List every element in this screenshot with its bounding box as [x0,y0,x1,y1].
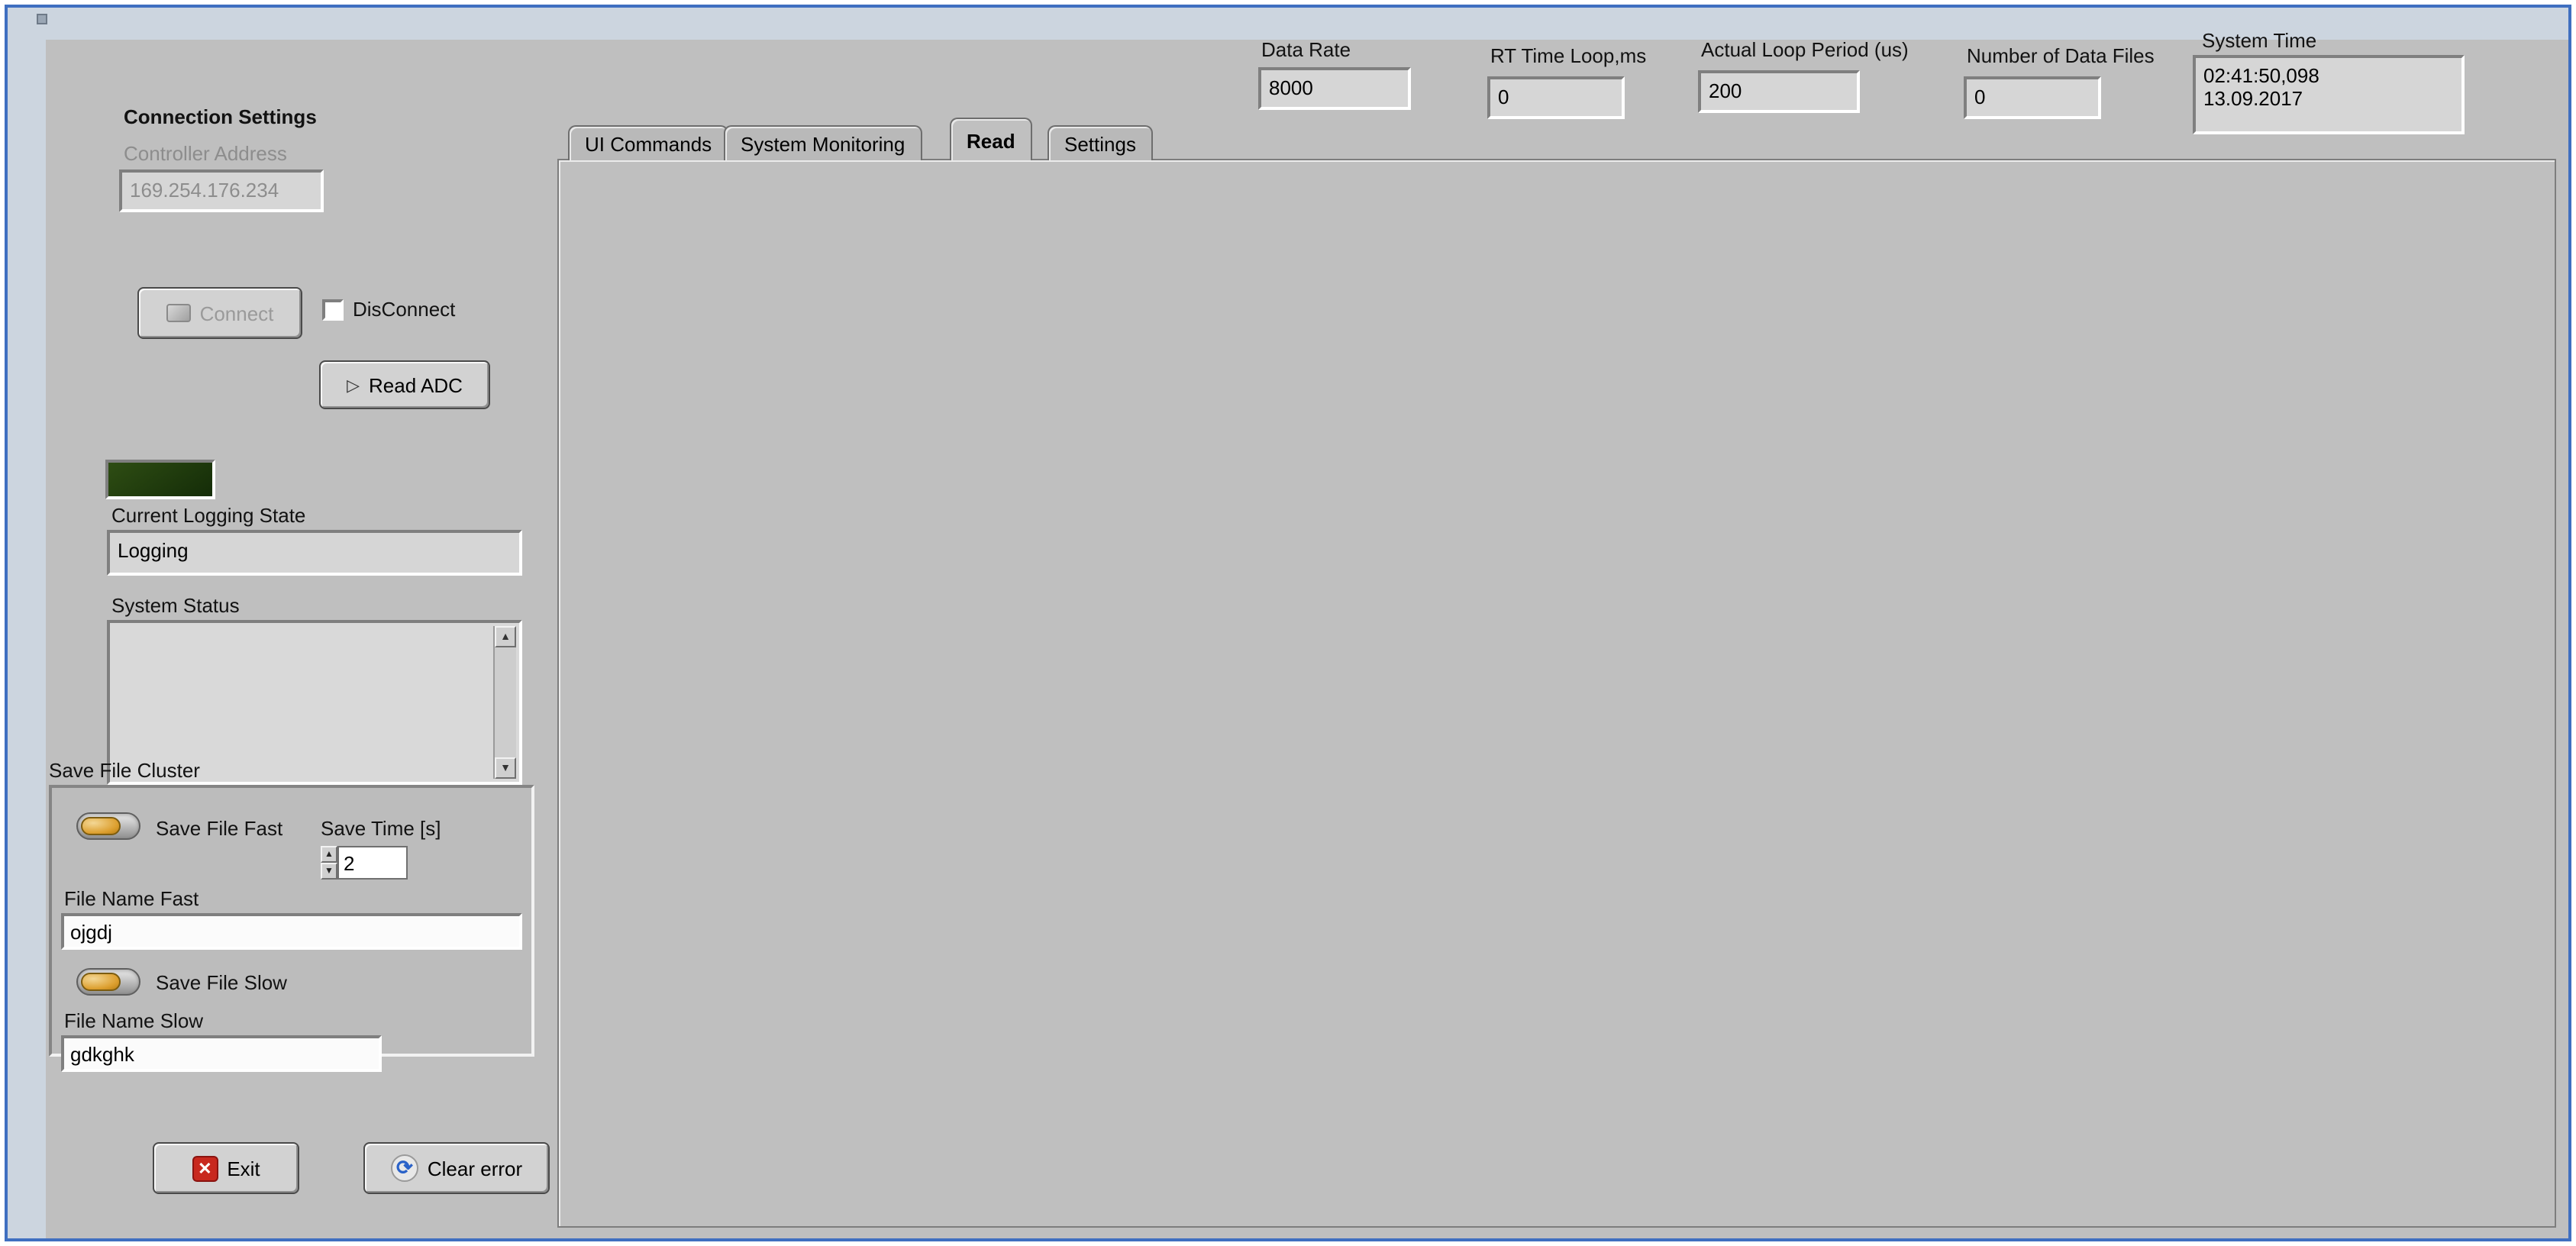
spin-up-icon[interactable]: ▲ [321,846,337,863]
connect-button[interactable]: Connect [137,287,302,339]
amber-knob [81,817,121,835]
number-of-data-files-value: 0 [1974,86,1985,108]
file-name-fast-input[interactable] [61,913,522,950]
controller-address-field: 169.254.176.234 [119,169,324,212]
spin-down-icon[interactable]: ▼ [321,863,337,880]
system-status-label: System Status [111,596,240,618]
actual-loop-period-field: 200 [1698,70,1860,113]
actual-loop-period-value: 200 [1709,79,1742,102]
file-name-slow-label: File Name Slow [64,1011,203,1034]
save-file-fast-label: Save File Fast [156,818,282,841]
save-time-spinner[interactable]: ▲▼ [321,846,337,880]
clear-error-button[interactable]: ⟳ Clear error [363,1142,550,1194]
logging-state-label: Current Logging State [111,505,305,528]
connect-icon [166,304,191,322]
scroll-up-icon[interactable]: ▲ [495,626,516,647]
logging-state-value: Logging [118,539,189,562]
number-of-data-files-label: Number of Data Files [1967,46,2155,69]
tab-settings[interactable]: Settings [1048,125,1153,160]
connection-status-led [105,460,215,499]
actual-loop-period-label: Actual Loop Period (us) [1701,40,1909,63]
file-name-slow-input[interactable] [61,1035,382,1072]
disconnect-checkbox[interactable] [322,299,344,321]
exit-button-label: Exit [227,1157,260,1180]
play-icon: ▷ [347,375,360,395]
system-time-label: System Time [2202,31,2316,53]
save-file-slow-label: Save File Slow [156,973,287,996]
save-file-cluster-title: Save File Cluster [49,760,200,783]
data-rate-field: 8000 [1258,67,1411,110]
connection-settings-title: Connection Settings [124,107,317,130]
save-file-cluster: Save File Fast Save Time [s] ▲▼ File Nam… [49,785,534,1057]
data-rate-label: Data Rate [1261,40,1351,63]
refresh-icon: ⟳ [391,1154,418,1182]
logging-state-field: Logging [107,530,522,576]
system-time-value: 02:41:50,098 [2203,64,2455,87]
tab-ui-commands[interactable]: UI Commands [568,125,728,160]
controller-address-value: 169.254.176.234 [130,179,279,202]
labview-front-panel: Connection Settings Controller Address 1… [0,0,2576,1246]
disconnect-label: DisConnect [353,299,455,322]
tab-system-monitoring[interactable]: System Monitoring [724,125,922,160]
system-status-scrollbar[interactable]: ▲ ▼ [493,626,516,779]
tab-page-read [557,159,2556,1228]
exit-button[interactable]: ✕ Exit [153,1142,299,1194]
system-date-value: 13.09.2017 [2203,87,2455,110]
save-file-fast-toggle[interactable] [76,812,140,840]
rt-time-loop-label: RT Time Loop,ms [1490,46,1646,69]
read-adc-button[interactable]: ▷ Read ADC [319,360,490,409]
read-adc-button-label: Read ADC [369,373,463,396]
file-name-fast-label: File Name Fast [64,889,199,912]
panel-origin-marker [37,14,47,24]
amber-knob [81,973,121,991]
tab-read[interactable]: Read [950,118,1032,160]
connect-button-label: Connect [200,302,274,324]
save-time-control[interactable]: ▲▼ [321,846,408,880]
system-time-field: 02:41:50,098 13.09.2017 [2193,55,2465,134]
data-rate-value: 8000 [1269,76,1313,99]
rt-time-loop-value: 0 [1498,86,1509,108]
number-of-data-files-field: 0 [1964,76,2101,119]
exit-icon: ✕ [192,1155,218,1181]
scroll-down-icon[interactable]: ▼ [495,757,516,779]
controller-address-label: Controller Address [124,144,287,166]
save-time-input[interactable] [337,846,408,880]
clear-error-button-label: Clear error [428,1157,522,1180]
rt-time-loop-field: 0 [1487,76,1625,119]
save-time-label: Save Time [s] [321,818,441,841]
save-file-slow-toggle[interactable] [76,968,140,996]
